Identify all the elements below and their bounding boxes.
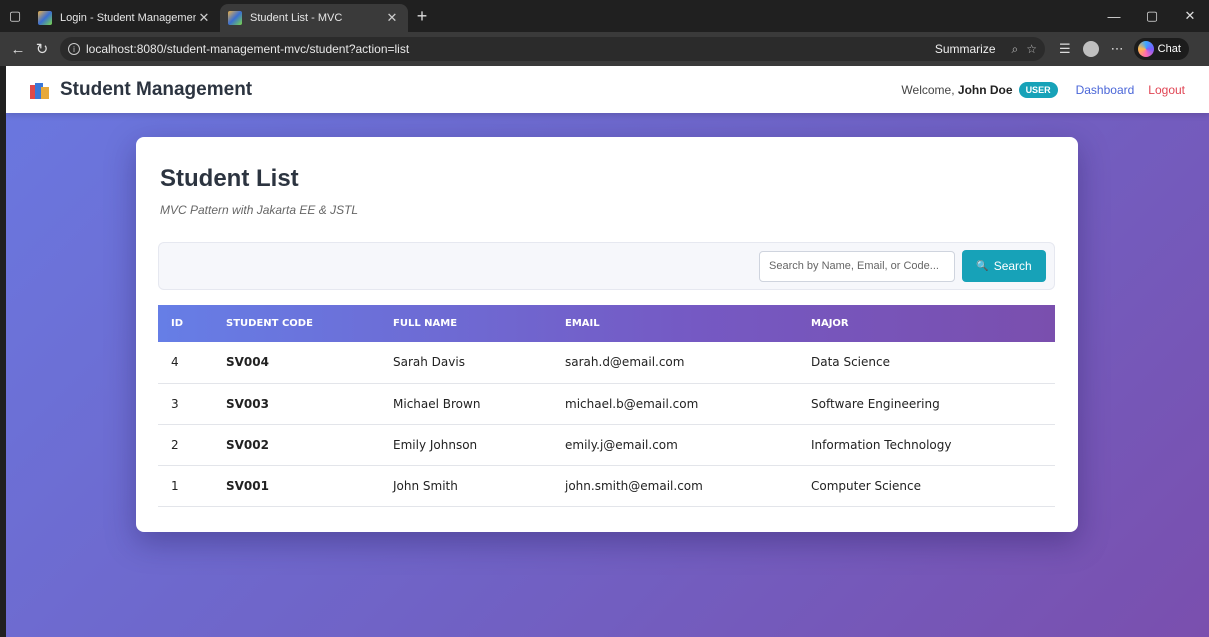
cell-major: Computer Science — [798, 465, 1055, 507]
welcome-text: Welcome, John Doe — [901, 83, 1012, 97]
cell-id: 3 — [158, 383, 213, 425]
chat-label: Chat — [1157, 43, 1181, 55]
cell-id: 1 — [158, 465, 213, 507]
cell-major: Software Engineering — [798, 383, 1055, 425]
more-options-icon[interactable]: ⋯ — [1111, 41, 1124, 57]
browser-tab-login[interactable]: Login - Student Management Sys ✕ — [30, 5, 220, 31]
cell-full-name: Sarah Davis — [380, 342, 552, 384]
user-nav: Welcome, John Doe USER Dashboard Logout — [901, 81, 1185, 98]
column-header-email[interactable]: EMAIL — [552, 305, 798, 342]
profile-avatar-icon[interactable] — [1082, 41, 1099, 57]
logout-link[interactable]: Logout — [1148, 83, 1185, 97]
search-input[interactable] — [759, 250, 955, 282]
copilot-icon — [1137, 41, 1154, 57]
page-title: Student List — [160, 165, 299, 192]
students-table: ID STUDENT CODE FULL NAME EMAIL MAJOR 4 … — [158, 305, 1055, 507]
url-text: localhost:8080/student-management-mvc/st… — [86, 42, 410, 56]
page-subtitle: MVC Pattern with Jakarta EE & JSTL — [160, 203, 359, 217]
table-header: ID STUDENT CODE FULL NAME EMAIL MAJOR — [158, 305, 1055, 342]
search-panel: 🔍 Search — [158, 242, 1055, 290]
table-row[interactable]: 2 SV002 Emily Johnson emily.j@email.com … — [158, 424, 1055, 466]
column-header-student-code[interactable]: STUDENT CODE — [213, 305, 380, 342]
table-row[interactable]: 4 SV004 Sarah Davis sarah.d@email.com Da… — [158, 342, 1055, 384]
books-icon — [30, 81, 50, 99]
welcome-prefix: Welcome, — [901, 82, 955, 97]
brand[interactable]: Student Management — [30, 79, 252, 101]
copilot-chat-button[interactable]: Chat — [1133, 38, 1189, 60]
tab-title: Student List - MVC — [250, 12, 343, 24]
table-row[interactable]: 1 SV001 John Smith john.smith@email.com … — [158, 465, 1055, 507]
role-badge: USER — [1018, 81, 1058, 98]
restore-icon[interactable]: ▢ — [1133, 0, 1171, 32]
browser-toolbar: ☰ ⋯ — [1053, 41, 1130, 57]
tab-actions-icon[interactable]: ▢ — [0, 0, 30, 32]
app-navbar: Student Management Welcome, John Doe USE… — [6, 66, 1209, 113]
browser-address-bar: ← ↻ i localhost:8080/student-management-… — [0, 32, 1209, 66]
new-tab-plus-icon[interactable]: + — [408, 2, 436, 30]
cell-id: 4 — [158, 342, 213, 384]
cell-email: michael.b@email.com — [552, 383, 798, 425]
student-list-card: Student List MVC Pattern with Jakarta EE… — [136, 137, 1078, 532]
minimize-icon[interactable]: — — [1095, 0, 1133, 32]
browser-tab-bar: ▢ Login - Student Management Sys ✕ Stude… — [0, 0, 1209, 32]
page-viewport: Student Management Welcome, John Doe USE… — [6, 66, 1209, 637]
cell-full-name: Michael Brown — [380, 383, 552, 425]
cell-major: Data Science — [798, 342, 1055, 384]
browser-tab-student-list[interactable]: Student List - MVC ✕ — [220, 4, 408, 32]
window-controls: — ▢ ✕ — [1095, 0, 1209, 32]
user-name: John Doe — [957, 82, 1013, 97]
cell-email: sarah.d@email.com — [552, 342, 798, 384]
cell-full-name: Emily Johnson — [380, 424, 552, 466]
close-icon[interactable]: ✕ — [384, 10, 400, 26]
cell-student-code: SV004 — [213, 342, 380, 384]
cell-id: 2 — [158, 424, 213, 466]
favorite-star-icon[interactable]: ☆ — [1026, 42, 1037, 56]
url-field[interactable]: i localhost:8080/student-management-mvc/… — [60, 37, 1045, 61]
read-aloud-icon[interactable]: ⌕ — [1012, 42, 1019, 57]
column-header-major[interactable]: MAJOR — [798, 305, 1055, 342]
cell-full-name: John Smith — [380, 465, 552, 507]
cell-email: emily.j@email.com — [552, 424, 798, 466]
cell-student-code: SV002 — [213, 424, 380, 466]
cell-student-code: SV001 — [213, 465, 380, 507]
site-favicon-icon — [228, 11, 242, 25]
refresh-icon[interactable]: ↻ — [30, 37, 54, 61]
search-button[interactable]: 🔍 Search — [962, 250, 1046, 282]
brand-title: Student Management — [60, 78, 253, 100]
search-icon: 🔍 — [976, 260, 989, 272]
back-arrow-icon[interactable]: ← — [6, 37, 30, 61]
summarize-button[interactable]: Summarize — [935, 42, 996, 56]
tab-title: Login - Student Management Sys — [60, 12, 196, 24]
table-row[interactable]: 3 SV003 Michael Brown michael.b@email.co… — [158, 383, 1055, 425]
column-header-full-name[interactable]: FULL NAME — [380, 305, 552, 342]
table-body: 4 SV004 Sarah Davis sarah.d@email.com Da… — [158, 342, 1055, 507]
cell-student-code: SV003 — [213, 383, 380, 425]
dashboard-link[interactable]: Dashboard — [1076, 83, 1135, 97]
site-favicon-icon — [38, 11, 52, 25]
favorites-list-icon[interactable]: ☰ — [1059, 41, 1071, 57]
site-info-icon[interactable]: i — [68, 43, 80, 55]
column-header-id[interactable]: ID — [158, 305, 213, 342]
close-icon[interactable]: ✕ — [196, 10, 212, 26]
cell-email: john.smith@email.com — [552, 465, 798, 507]
search-button-label: Search — [993, 259, 1032, 273]
window-close-icon[interactable]: ✕ — [1171, 0, 1209, 32]
cell-major: Information Technology — [798, 424, 1055, 466]
